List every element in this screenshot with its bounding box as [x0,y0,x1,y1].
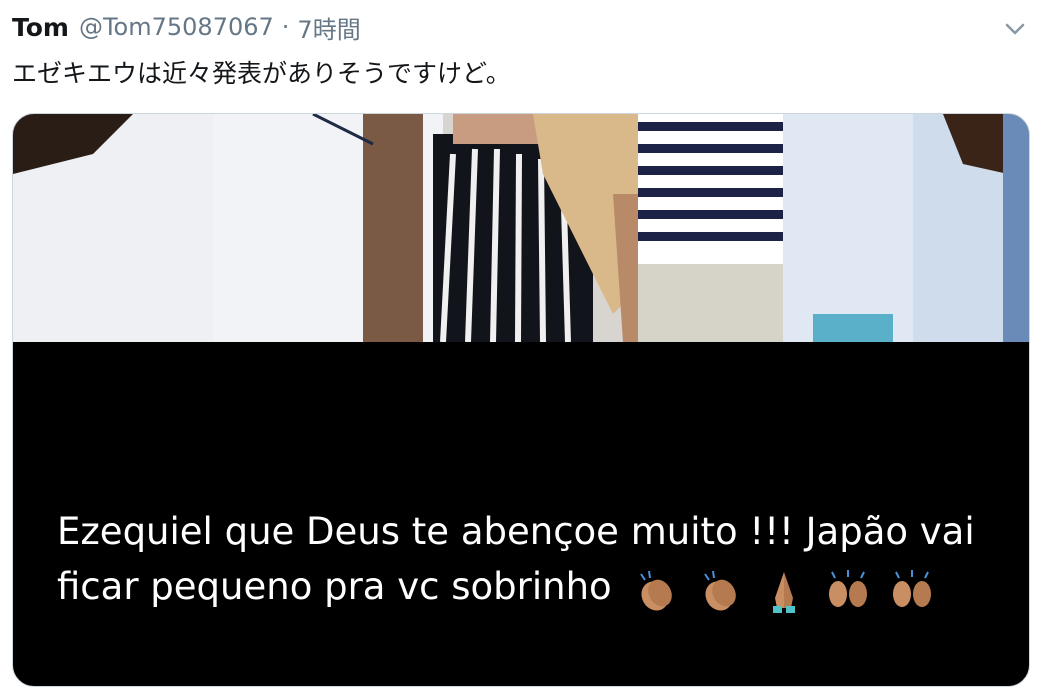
user-handle[interactable]: @Tom75087067 [79,13,274,41]
display-name[interactable]: Tom [12,13,69,42]
raising-hands-icon [892,569,931,607]
folded-hands-icon [772,571,795,613]
tweet-text: エゼキエウは近々発表がありそうですけど。 [12,59,511,88]
emoji-row [633,561,940,616]
clapping-hands-icon [640,570,673,611]
group-photo [13,114,1029,342]
clapping-hands-icon [704,570,737,611]
raising-hands-icon [828,569,867,607]
tweet-card[interactable]: Tom @Tom75087067 · 7時間 エゼキエウは近々発表がありそうです… [0,0,1044,700]
timestamp[interactable]: 7時間 [297,10,360,45]
tweet-media[interactable]: Ezequiel que Deus te abençoe muito !!! J… [12,113,1030,687]
tweet-header: Tom @Tom75087067 · 7時間 [12,10,361,44]
image-caption: Ezequiel que Deus te abençoe muito !!! J… [57,504,1007,616]
separator-dot: · [281,13,290,41]
chevron-down-icon[interactable] [1000,14,1030,44]
